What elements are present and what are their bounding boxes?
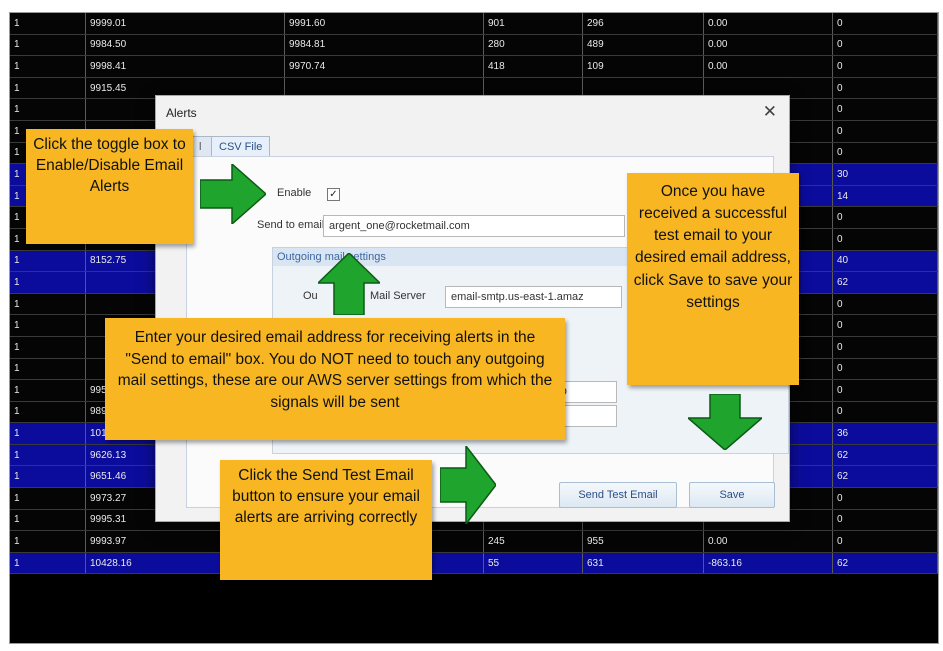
table-cell: 0 [832,293,938,316]
table-cell: 0 [832,358,938,381]
table-cell: 1 [10,358,86,381]
table-cell: 55 [483,552,583,575]
table-cell: 0.00 [703,34,833,57]
callout-toggle: Click the toggle box to Enable/Disable E… [26,129,193,244]
tab-csv-file[interactable]: CSV File [211,136,271,157]
table-cell: 9998.41 [85,55,285,78]
mail-server-label-prefix: Ou [303,290,318,302]
table-cell: 0.00 [703,13,833,35]
table-cell: 0 [832,120,938,143]
table-cell: 40 [832,250,938,273]
table-cell: 0 [832,77,938,100]
table-cell: 1 [10,487,86,510]
table-cell: 9984.50 [85,34,285,57]
table-cell: 1 [10,250,86,273]
enable-checkbox[interactable]: ✓ [327,188,340,201]
callout-send-test: Click the Send Test Email button to ensu… [220,460,432,580]
table-cell: 296 [582,13,704,35]
send-to-email-input[interactable] [323,215,625,237]
close-icon[interactable]: ✕ [763,102,777,122]
table-cell: 0 [832,336,938,359]
table-cell: 1 [10,379,86,402]
table-cell: 0 [832,142,938,165]
table-cell: 1 [10,530,86,553]
table-cell: 9984.81 [284,34,484,57]
table-cell: 0 [832,98,938,121]
table-cell: 901 [483,13,583,35]
table-cell: 30 [832,163,938,186]
green-arrow-icon [318,253,380,315]
table-cell: 0 [832,487,938,510]
enable-label: Enable [277,187,312,199]
table-cell: 1 [10,552,86,575]
table-cell: 0 [832,379,938,402]
send-test-email-button[interactable]: Send Test Email [559,482,677,508]
table-cell: 9991.60 [284,13,484,35]
table-cell: 1 [10,98,86,121]
table-cell: 280 [483,34,583,57]
table-row[interactable]: 19993.979992.912459550.000 [10,530,938,553]
table-cell: 0 [832,530,938,553]
table-cell: 1 [10,465,86,489]
table-cell: 9970.74 [284,55,484,78]
green-arrow-icon [440,446,496,524]
table-cell: 1 [10,336,86,359]
save-button[interactable]: Save [689,482,775,508]
callout-email: Enter your desired email address for rec… [105,318,565,440]
table-row[interactable]: 1 9998.41 9970.74 418 109 0.00 0 [10,55,938,78]
table-row[interactable]: 110428.169696.2555631-863.1662 [10,552,938,575]
green-arrow-icon [200,164,266,224]
table-cell: 1 [10,401,86,424]
table-cell: -863.16 [703,552,833,575]
send-to-email-label: Send to email [257,219,325,231]
table-cell: 489 [582,34,704,57]
table-cell: 1 [10,422,86,445]
green-arrow-icon [688,394,762,450]
table-cell: 9999.01 [85,13,285,35]
table-cell: 0 [832,206,938,229]
table-cell: 631 [582,552,704,575]
table-cell: 109 [582,55,704,78]
table-cell: 1 [10,314,86,337]
table-cell: 0 [832,401,938,424]
table-cell: 0.00 [703,530,833,553]
table-cell: 1 [10,293,86,316]
table-cell: 62 [832,271,938,294]
table-cell: 62 [832,444,938,467]
table-cell: 62 [832,465,938,489]
table-cell: 1 [10,13,86,35]
table-cell: 1 [10,444,86,467]
table-cell: 1 [10,77,86,100]
table-cell: 418 [483,55,583,78]
table-cell: 0 [832,509,938,532]
dialog-title: Alerts [166,106,197,120]
table-cell: 245 [483,530,583,553]
table-row[interactable]: 1 9984.50 9984.81 280 489 0.00 0 [10,34,938,57]
table-cell: 0 [832,13,938,35]
table-cell: 1 [10,509,86,532]
table-row[interactable]: 1 9999.01 9991.60 901 296 0.00 0 [10,13,938,35]
table-cell: 0 [832,314,938,337]
table-cell: 62 [832,552,938,575]
table-cell: 0 [832,228,938,251]
table-cell: 1 [10,271,86,294]
tab-email[interactable]: l [191,136,213,157]
table-cell: 1 [10,55,86,78]
table-cell: 0 [832,55,938,78]
table-cell: 0 [832,34,938,57]
callout-save: Once you have received a successful test… [627,173,799,385]
mail-server-input[interactable]: email-smtp.us-east-1.amaz [445,286,622,308]
table-cell: 0.00 [703,55,833,78]
table-cell: 955 [582,530,704,553]
table-cell: 14 [832,185,938,208]
table-cell: 1 [10,34,86,57]
table-cell: 36 [832,422,938,445]
